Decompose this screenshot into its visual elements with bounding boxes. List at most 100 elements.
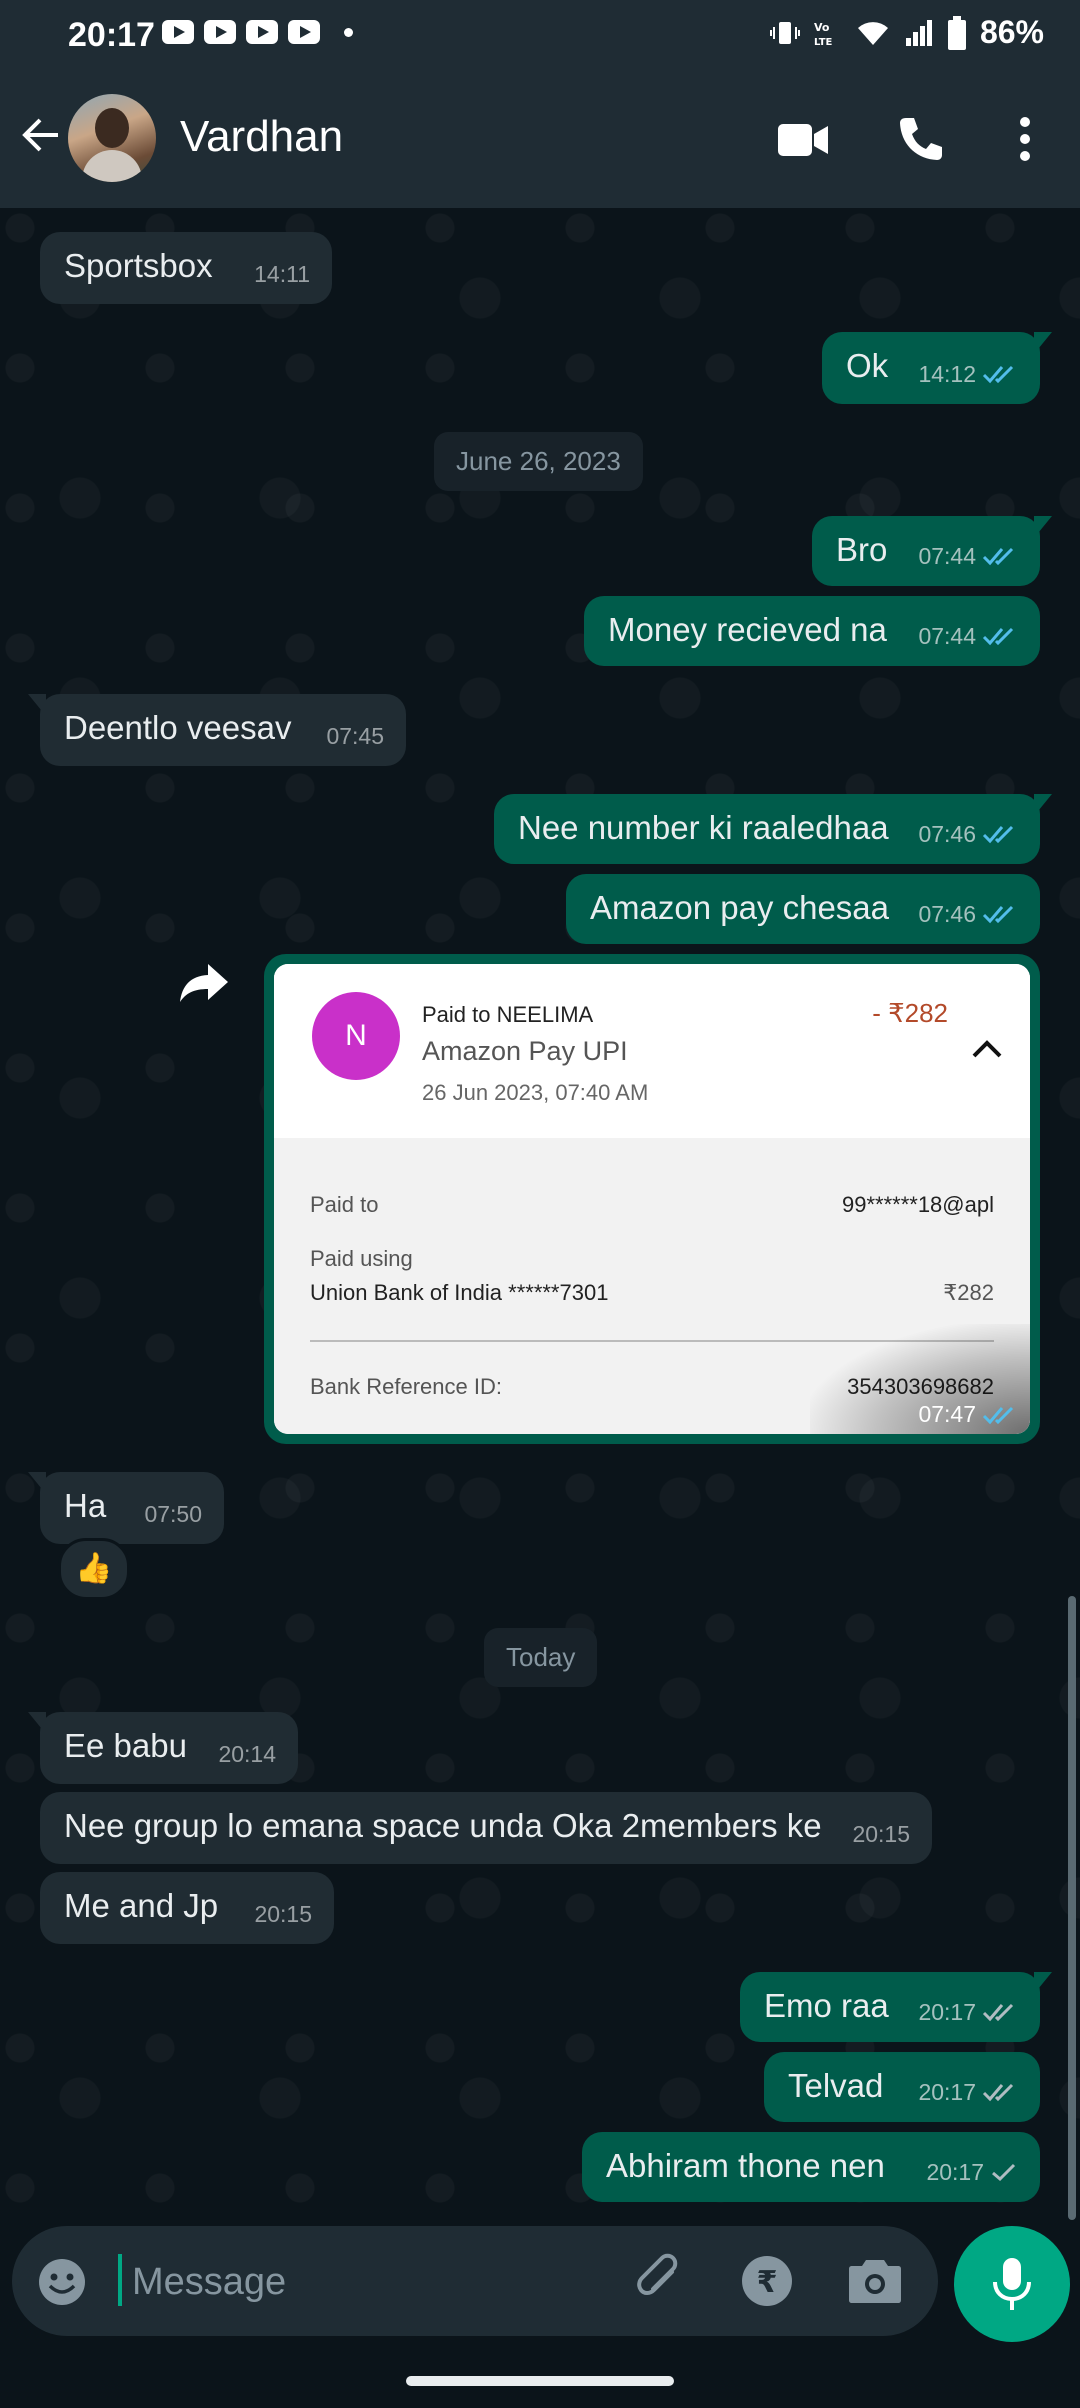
system-icons: Vo LTE 86% bbox=[769, 14, 1044, 51]
signal-icon bbox=[905, 19, 932, 46]
payee-name: Paid to NEELIMA bbox=[422, 1002, 594, 1027]
message-time: 07:46 bbox=[918, 814, 1018, 854]
reaction-thumbs-up[interactable]: 👍 bbox=[58, 1538, 130, 1600]
paid-using-label: Paid using bbox=[310, 1246, 413, 1271]
message-incoming[interactable]: Me and Jp 20:15 bbox=[40, 1872, 334, 1944]
message-time: 07:44 bbox=[918, 536, 1018, 576]
read-ticks-icon bbox=[982, 1406, 1014, 1424]
message-input[interactable] bbox=[130, 2252, 614, 2312]
message-incoming[interactable]: Deentlo veesav 07:45 bbox=[28, 694, 406, 766]
svg-text:LTE: LTE bbox=[814, 37, 833, 48]
bank-amount: ₹282 bbox=[943, 1280, 994, 1305]
youtube-notification-icon bbox=[246, 20, 278, 44]
attach-icon[interactable] bbox=[632, 2252, 688, 2308]
message-text: Nee number ki raaledhaa bbox=[518, 809, 889, 846]
voice-message-button[interactable] bbox=[954, 2226, 1070, 2342]
message-composer: ₹ bbox=[12, 2226, 938, 2336]
bank-ref-label: Bank Reference ID: bbox=[310, 1374, 502, 1399]
message-time: 20:15 bbox=[852, 1821, 910, 1847]
message-outgoing[interactable]: Abhiram thone nen 20:17 bbox=[582, 2132, 1040, 2202]
text-cursor bbox=[118, 2254, 122, 2306]
read-ticks-icon bbox=[982, 905, 1014, 924]
read-ticks-icon bbox=[982, 547, 1014, 566]
youtube-notification-icon bbox=[162, 20, 194, 44]
voice-call-icon[interactable] bbox=[896, 114, 946, 164]
back-arrow-icon[interactable] bbox=[18, 112, 64, 158]
payee-avatar: N bbox=[312, 992, 400, 1080]
message-text: Emo raa bbox=[764, 1987, 889, 2024]
system-nav-bar bbox=[0, 2346, 1080, 2408]
status-time: 20:17 bbox=[68, 16, 155, 54]
battery-percent: 86% bbox=[979, 14, 1044, 50]
contact-avatar[interactable] bbox=[68, 94, 156, 182]
bank-account: Union Bank of India ******7301 bbox=[310, 1280, 609, 1305]
message-time: 07:44 bbox=[918, 616, 1018, 656]
payment-service: Amazon Pay UPI bbox=[422, 1036, 628, 1066]
message-time: 07:45 bbox=[326, 723, 384, 749]
paid-to-label: Paid to bbox=[310, 1192, 379, 1217]
delivered-ticks-icon bbox=[982, 2083, 1014, 2102]
chevron-up-icon bbox=[972, 1040, 1002, 1058]
read-ticks-icon bbox=[982, 365, 1014, 384]
date-chip: Today bbox=[484, 1628, 598, 1687]
read-ticks-icon bbox=[982, 627, 1014, 646]
payment-screenshot: N Paid to NEELIMA - ₹282 Amazon Pay UPI … bbox=[274, 964, 1030, 1434]
camera-icon[interactable] bbox=[848, 2256, 902, 2304]
delivered-ticks-icon bbox=[982, 2003, 1014, 2022]
youtube-notification-icon bbox=[288, 20, 320, 44]
more-options-icon[interactable] bbox=[1010, 114, 1040, 164]
message-outgoing[interactable]: Amazon pay chesaa 07:46 bbox=[566, 874, 1040, 944]
message-text: Ha bbox=[64, 1487, 107, 1524]
message-text: Bro bbox=[836, 531, 888, 568]
message-text: Telvad bbox=[788, 2067, 884, 2104]
scrollbar[interactable] bbox=[1068, 1596, 1076, 2220]
message-text: Me and Jp bbox=[64, 1887, 219, 1924]
volte-icon: Vo LTE bbox=[814, 21, 833, 48]
date-chip: June 26, 2023 bbox=[434, 432, 643, 491]
message-incoming[interactable]: Ha 07:50 bbox=[28, 1472, 224, 1544]
payment-date: 26 Jun 2023, 07:40 AM bbox=[422, 1080, 649, 1105]
svg-text:₹: ₹ bbox=[757, 2265, 778, 2300]
message-text: Nee group lo emana space unda Oka 2membe… bbox=[64, 1807, 822, 1844]
svg-text:Vo: Vo bbox=[814, 21, 830, 34]
message-time: 14:12 bbox=[918, 354, 1018, 394]
message-time: 20:17 bbox=[926, 2152, 1018, 2192]
forward-icon[interactable] bbox=[178, 960, 230, 1004]
message-text: Abhiram thone nen bbox=[606, 2147, 885, 2184]
notification-icons bbox=[162, 20, 353, 44]
emoji-icon[interactable] bbox=[36, 2256, 88, 2308]
message-outgoing[interactable]: Nee number ki raaledhaa 07:46 bbox=[494, 794, 1052, 864]
message-text: Ok bbox=[846, 347, 889, 384]
message-outgoing[interactable]: Bro 07:44 bbox=[812, 516, 1052, 586]
message-outgoing[interactable]: Money recieved na 07:44 bbox=[584, 596, 1040, 666]
message-text: Deentlo veesav bbox=[64, 709, 292, 746]
message-incoming[interactable]: Nee group lo emana space unda Oka 2membe… bbox=[40, 1792, 932, 1864]
status-bar: 20:17 Vo LTE 86% bbox=[0, 0, 1080, 70]
message-time: 20:14 bbox=[218, 1741, 276, 1767]
message-time: 07:47 bbox=[918, 1401, 1018, 1428]
message-time: 14:11 bbox=[254, 261, 310, 287]
message-incoming[interactable]: Ee babu 20:14 bbox=[28, 1712, 298, 1784]
message-text: Amazon pay chesaa bbox=[590, 889, 890, 926]
mic-icon bbox=[993, 2258, 1031, 2310]
contact-name[interactable]: Vardhan bbox=[180, 112, 343, 162]
battery-icon bbox=[947, 15, 966, 50]
video-call-icon[interactable] bbox=[776, 120, 830, 160]
youtube-notification-icon bbox=[204, 20, 236, 44]
message-text: Money recieved na bbox=[608, 611, 887, 648]
chat-messages[interactable]: Sportsbox 14:11 Ok 14:12 June 26, 2023 B… bbox=[0, 208, 1080, 2220]
more-notifications-icon bbox=[344, 27, 353, 37]
vibrate-icon bbox=[769, 21, 800, 44]
message-incoming[interactable]: Sportsbox 14:11 bbox=[40, 232, 332, 304]
home-gesture-handle[interactable] bbox=[406, 2376, 674, 2386]
message-outgoing[interactable]: Emo raa 20:17 bbox=[740, 1972, 1052, 2042]
message-time: 07:50 bbox=[144, 1501, 202, 1527]
message-outgoing[interactable]: Ok 14:12 bbox=[822, 332, 1052, 404]
message-time: 07:46 bbox=[918, 894, 1018, 934]
read-ticks-icon bbox=[982, 825, 1014, 844]
payment-icon[interactable]: ₹ bbox=[740, 2254, 794, 2308]
message-outgoing[interactable]: Telvad 20:17 bbox=[764, 2052, 1040, 2122]
wifi-icon bbox=[857, 21, 888, 45]
message-time: 20:17 bbox=[918, 2072, 1018, 2112]
image-message-payment-screenshot[interactable]: N Paid to NEELIMA - ₹282 Amazon Pay UPI … bbox=[264, 954, 1040, 1444]
